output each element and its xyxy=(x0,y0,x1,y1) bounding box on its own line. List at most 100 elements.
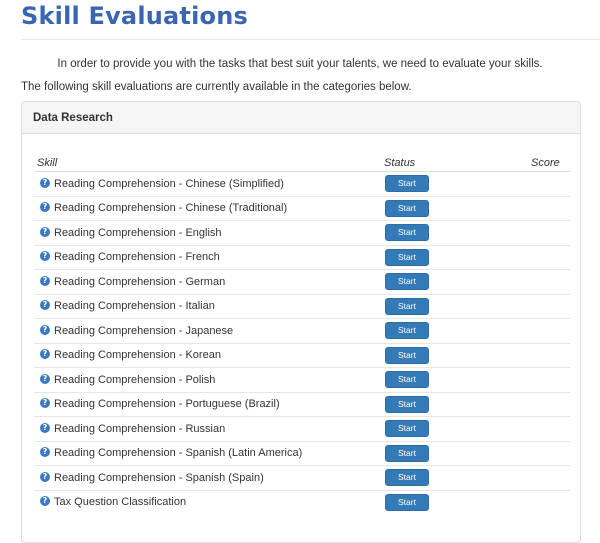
skill-name: Reading Comprehension - French xyxy=(54,251,220,264)
skill-name: Reading Comprehension - Italian xyxy=(54,300,215,313)
table-row: ? Reading Comprehension - Italian Start xyxy=(34,294,570,319)
question-circle-icon[interactable]: ? xyxy=(40,300,50,311)
table-row: ? Reading Comprehension - German Start xyxy=(34,269,570,295)
table-row: ? Tax Question Classification Start xyxy=(34,490,570,514)
skill-cell: ? Reading Comprehension - Chinese (Tradit… xyxy=(34,196,381,221)
status-cell: Start xyxy=(381,318,491,344)
skill-name: Reading Comprehension - Chinese (Simplif… xyxy=(54,177,284,190)
start-button[interactable]: Start xyxy=(385,420,429,438)
question-circle-icon[interactable]: ? xyxy=(40,422,50,433)
skill-name: Reading Comprehension - Spanish (Spain) xyxy=(54,471,264,484)
start-button[interactable]: Start xyxy=(385,248,429,266)
score-cell xyxy=(491,490,570,514)
question-circle-icon[interactable]: ? xyxy=(40,471,50,482)
question-circle-icon[interactable]: ? xyxy=(40,177,50,188)
start-button[interactable]: Start xyxy=(385,322,429,340)
score-cell xyxy=(491,220,570,246)
table-row: ? Reading Comprehension - Spanish (Spain)… xyxy=(34,465,570,491)
status-cell: Start xyxy=(381,220,491,246)
start-button[interactable]: Start xyxy=(385,346,429,364)
start-button[interactable]: Start xyxy=(385,469,429,487)
question-circle-icon[interactable]: ? xyxy=(40,398,50,409)
start-button[interactable]: Start xyxy=(385,273,429,291)
table-row: ? Reading Comprehension - Spanish (Latin … xyxy=(34,441,570,466)
skill-cell: ? Reading Comprehension - Polish xyxy=(34,367,381,393)
skill-cell: ? Reading Comprehension - French xyxy=(34,245,381,270)
skill-cell: ? Reading Comprehension - English xyxy=(34,220,381,246)
skill-cell: ? Tax Question Classification xyxy=(34,490,381,514)
question-circle-icon[interactable]: ? xyxy=(40,251,50,262)
status-cell: Start xyxy=(381,441,491,466)
score-cell xyxy=(491,392,570,417)
score-cell xyxy=(491,294,570,319)
status-cell: Start xyxy=(381,416,491,442)
status-cell: Start xyxy=(381,367,491,393)
column-header-skill: Skill xyxy=(34,149,381,172)
page-title: Skill Evaluations xyxy=(21,2,248,30)
question-circle-icon[interactable]: ? xyxy=(40,324,50,335)
skill-name: Reading Comprehension - English xyxy=(54,226,222,239)
start-button[interactable]: Start xyxy=(385,371,429,389)
skill-name: Reading Comprehension - German xyxy=(54,275,226,288)
table-row: ? Reading Comprehension - French Start xyxy=(34,245,570,270)
start-button[interactable]: Start xyxy=(385,493,429,511)
table-row: ? Reading Comprehension - Korean Start xyxy=(34,343,570,368)
start-button[interactable]: Start xyxy=(385,224,429,242)
status-cell: Start xyxy=(381,490,491,514)
table-row: ? Reading Comprehension - Russian Start xyxy=(34,416,570,442)
status-cell: Start xyxy=(381,245,491,270)
skill-name: Reading Comprehension - Spanish (Latin A… xyxy=(54,447,303,460)
table-row: ? Reading Comprehension - Chinese (Tradit… xyxy=(34,196,570,221)
status-cell: Start xyxy=(381,196,491,221)
skills-panel: Data Research Skill Status Score ? Readin… xyxy=(21,101,581,543)
skill-name: Reading Comprehension - Portuguese (Braz… xyxy=(54,398,280,411)
question-circle-icon[interactable]: ? xyxy=(40,373,50,384)
skill-name: Tax Question Classification xyxy=(54,496,187,509)
score-cell xyxy=(491,196,570,221)
skill-cell: ? Reading Comprehension - German xyxy=(34,269,381,295)
status-cell: Start xyxy=(381,269,491,295)
panel-heading: Data Research xyxy=(22,102,580,134)
status-cell: Start xyxy=(381,465,491,491)
score-cell xyxy=(491,343,570,368)
column-header-score: Score xyxy=(491,149,570,172)
table-row: ? Reading Comprehension - Chinese (Simpli… xyxy=(34,171,570,197)
question-circle-icon[interactable]: ? xyxy=(40,349,50,360)
start-button[interactable]: Start xyxy=(385,444,429,462)
score-cell xyxy=(491,245,570,270)
table-row: ? Reading Comprehension - English Start xyxy=(34,220,570,246)
score-cell xyxy=(491,441,570,466)
skills-table: Skill Status Score ? Reading Comprehensio… xyxy=(34,149,570,514)
table-row: ? Reading Comprehension - Portuguese (Bra… xyxy=(34,392,570,417)
question-circle-icon[interactable]: ? xyxy=(40,275,50,286)
start-button[interactable]: Start xyxy=(385,199,429,217)
score-cell xyxy=(491,416,570,442)
question-circle-icon[interactable]: ? xyxy=(40,202,50,213)
score-cell xyxy=(491,318,570,344)
status-cell: Start xyxy=(381,171,491,197)
start-button[interactable]: Start xyxy=(385,297,429,315)
skill-cell: ? Reading Comprehension - Portuguese (Bra… xyxy=(34,392,381,417)
start-button[interactable]: Start xyxy=(385,395,429,413)
skill-cell: ? Reading Comprehension - Italian xyxy=(34,294,381,319)
skill-name: Reading Comprehension - Korean xyxy=(54,349,221,362)
skill-name: Reading Comprehension - Japanese xyxy=(54,324,234,337)
skill-cell: ? Reading Comprehension - Chinese (Simpli… xyxy=(34,171,381,197)
skill-name: Reading Comprehension - Polish xyxy=(54,373,216,386)
status-cell: Start xyxy=(381,392,491,417)
table-row: ? Reading Comprehension - Polish Start xyxy=(34,367,570,393)
status-cell: Start xyxy=(381,343,491,368)
title-divider xyxy=(21,39,600,40)
question-circle-icon[interactable]: ? xyxy=(40,496,50,507)
skill-name: Reading Comprehension - Chinese (Traditi… xyxy=(54,202,288,215)
start-button[interactable]: Start xyxy=(385,175,429,193)
question-circle-icon[interactable]: ? xyxy=(40,226,50,237)
status-cell: Start xyxy=(381,294,491,319)
skill-cell: ? Reading Comprehension - Russian xyxy=(34,416,381,442)
question-circle-icon[interactable]: ? xyxy=(40,447,50,458)
available-evaluations-text: The following skill evaluations are curr… xyxy=(21,81,412,93)
skill-cell: ? Reading Comprehension - Spanish (Spain) xyxy=(34,465,381,491)
skill-cell: ? Reading Comprehension - Japanese xyxy=(34,318,381,344)
score-cell xyxy=(491,171,570,197)
score-cell xyxy=(491,367,570,393)
